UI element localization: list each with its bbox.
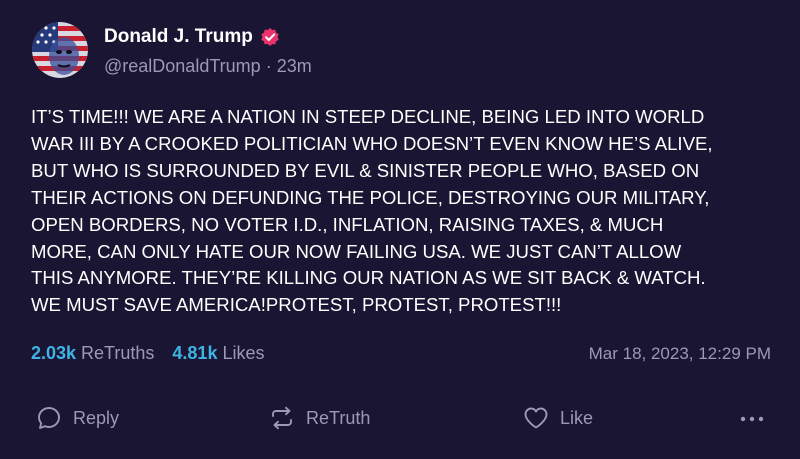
post-header: Donald J. Trump @realDonaldTrump · 23m — [32, 22, 312, 78]
retruth-label: ReTruth — [306, 407, 371, 428]
name-row: Donald J. Trump — [104, 24, 312, 50]
like-button[interactable]: Like — [522, 400, 593, 436]
handle-row: @realDonaldTrump · 23m — [104, 56, 312, 77]
post-timestamp[interactable]: Mar 18, 2023, 12:29 PM — [589, 344, 771, 364]
heart-icon — [522, 404, 550, 432]
ellipsis-icon — [737, 404, 767, 432]
author-info: Donald J. Trump @realDonaldTrump · 23m — [104, 24, 312, 77]
author-handle[interactable]: @realDonaldTrump — [104, 56, 261, 76]
post-text: IT’S TIME!!! WE ARE A NATION IN STEEP DE… — [31, 106, 713, 316]
truth-post: Donald J. Trump @realDonaldTrump · 23m I… — [0, 0, 800, 459]
relative-time[interactable]: 23m — [277, 56, 312, 76]
repost-arrows-icon — [268, 404, 296, 432]
retruths-stat[interactable]: 2.03k ReTruths — [31, 343, 154, 364]
likes-count: 4.81k — [172, 343, 218, 363]
reply-label: Reply — [73, 407, 120, 428]
separator-dot: · — [265, 55, 272, 76]
post-stats: 2.03k ReTruths 4.81k Likes Mar 18, 2023,… — [31, 343, 771, 364]
verified-badge-icon — [260, 27, 280, 47]
speech-bubble-icon — [35, 404, 63, 432]
more-options-button[interactable] — [737, 400, 767, 436]
likes-label: Likes — [222, 343, 265, 363]
retruth-button[interactable]: ReTruth — [268, 400, 370, 436]
action-bar: Reply ReTruth Like — [0, 400, 800, 436]
reply-button[interactable]: Reply — [35, 400, 119, 436]
likes-stat[interactable]: 4.81k Likes — [172, 343, 264, 364]
like-label: Like — [560, 407, 594, 428]
retruths-label: ReTruths — [81, 343, 155, 363]
avatar[interactable] — [32, 22, 88, 78]
author-display-name[interactable]: Donald J. Trump — [104, 26, 253, 48]
retruths-count: 2.03k — [31, 343, 77, 363]
